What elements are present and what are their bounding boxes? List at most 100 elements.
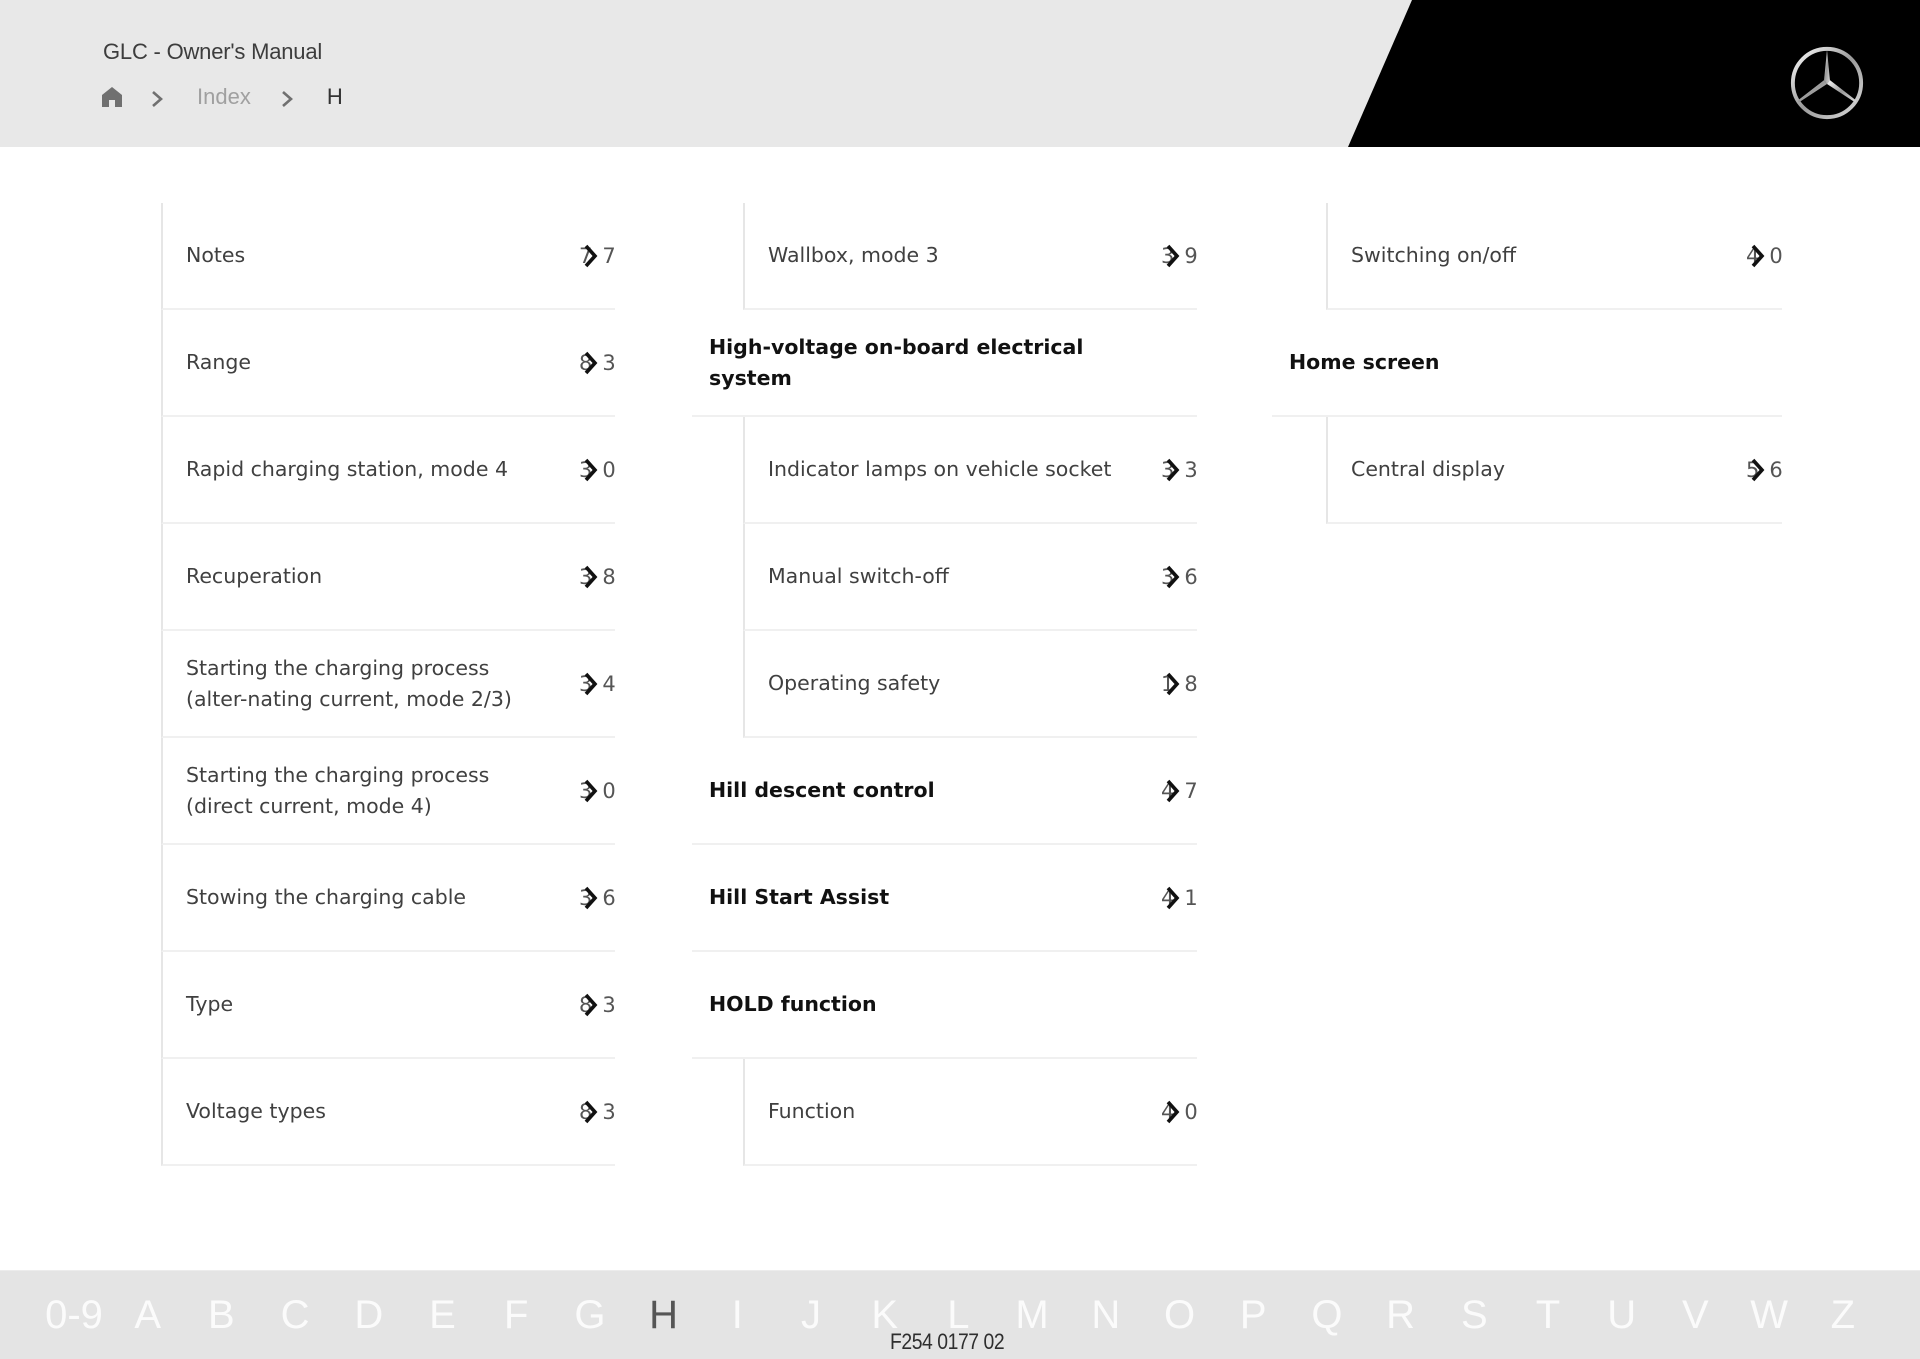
index-entry[interactable]: Range 83	[161, 310, 616, 417]
index-heading[interactable]: Hill Start Assist 41	[692, 845, 1198, 952]
letter-link-z[interactable]: Z	[1831, 1293, 1855, 1338]
breadcrumb-item-index[interactable]: Index	[197, 84, 251, 110]
chevron-right-icon	[1166, 672, 1180, 695]
page-number-end: 0	[1184, 1099, 1208, 1124]
page-link[interactable]: 40	[1738, 241, 1783, 271]
breadcrumb-item-current: H	[326, 84, 343, 109]
entry-label: Starting the charging process (alter-nat…	[186, 655, 512, 711]
page-link[interactable]: 30	[571, 776, 616, 806]
index-entry[interactable]: Notes 77	[161, 203, 616, 310]
letter-link-u[interactable]: U	[1607, 1293, 1636, 1338]
index-entry[interactable]: Indicator lamps on vehicle socket 33	[743, 417, 1198, 524]
chevron-right-icon	[584, 993, 598, 1016]
page-link[interactable]: 83	[571, 348, 616, 378]
index-entry[interactable]: Manual switch-off 36	[743, 524, 1198, 631]
home-icon[interactable]	[101, 86, 123, 108]
chevron-right-icon	[1166, 458, 1180, 481]
letter-link-b[interactable]: B	[208, 1293, 235, 1338]
page-link[interactable]: 38	[571, 562, 616, 592]
alphabet-bar: 0-9 A B C D E F G H I J K L M N O P Q R S T U V W Z F254 0177 02	[0, 1270, 1920, 1359]
index-entry[interactable]: Function 40	[743, 1059, 1198, 1166]
letter-link-c[interactable]: C	[281, 1293, 310, 1338]
letter-link-p[interactable]: P	[1240, 1293, 1267, 1338]
index-column-1: Notes 77 Range 83 Rapid charging station, mo…	[161, 203, 616, 1166]
page-number-end: 7	[602, 243, 626, 268]
page-link[interactable]: 36	[571, 883, 616, 913]
letter-link-n[interactable]: N	[1091, 1293, 1120, 1338]
chevron-right-icon	[1751, 244, 1765, 267]
index-entry[interactable]: Switching on/off 40	[1326, 203, 1783, 310]
page-link[interactable]: 83	[571, 1097, 616, 1127]
chevron-right-icon	[584, 458, 598, 481]
page-link[interactable]: 34	[571, 669, 616, 699]
chevron-right-icon	[281, 88, 293, 107]
chevron-right-icon	[584, 351, 598, 374]
letter-link-m[interactable]: M	[1015, 1293, 1048, 1338]
header-accent-shape	[1348, 0, 1920, 147]
page-link[interactable]: 39	[1153, 241, 1198, 271]
chevron-right-icon	[584, 779, 598, 802]
index-column-3: Switching on/off 40 Home screen Central dis…	[1272, 203, 1783, 524]
index-entry[interactable]: Wallbox, mode 3 39	[743, 203, 1198, 310]
page-link[interactable]: 40	[1153, 1097, 1198, 1127]
entry-label: Indicator lamps on vehicle socket	[768, 457, 1112, 481]
letter-link-0-9[interactable]: 0-9	[45, 1293, 103, 1338]
page-number-end: 8	[1184, 671, 1208, 696]
entry-label: Notes	[186, 243, 246, 267]
letter-link-q[interactable]: Q	[1311, 1293, 1342, 1338]
letter-link-w[interactable]: W	[1750, 1293, 1788, 1338]
page-number-end: 0	[602, 778, 626, 803]
index-entry[interactable]: Starting the charging process (alter-nat…	[161, 631, 616, 738]
page-number-end: 4	[602, 671, 626, 696]
letter-link-o[interactable]: O	[1164, 1293, 1195, 1338]
letter-link-r[interactable]: R	[1386, 1293, 1415, 1338]
letter-link-s[interactable]: S	[1461, 1293, 1488, 1338]
index-heading: Home screen	[1272, 310, 1782, 417]
index-entry[interactable]: Stowing the charging cable 36	[161, 845, 616, 952]
letter-link-f[interactable]: F	[504, 1293, 528, 1338]
entry-label: Central display	[1351, 457, 1505, 481]
index-entry[interactable]: Voltage types 83	[161, 1059, 616, 1166]
letter-link-e[interactable]: E	[429, 1293, 456, 1338]
index-entry[interactable]: Recuperation 38	[161, 524, 616, 631]
chevron-right-icon	[584, 886, 598, 909]
page-link[interactable]: 36	[1153, 562, 1198, 592]
letter-link-d[interactable]: D	[354, 1293, 383, 1338]
app-title: GLC - Owner's Manual	[103, 39, 323, 64]
page-link[interactable]: 47	[1153, 776, 1198, 806]
entry-label: Stowing the charging cable	[186, 885, 467, 909]
letter-link-j[interactable]: J	[801, 1293, 821, 1338]
index-entry[interactable]: Type 83	[161, 952, 616, 1059]
page-link[interactable]: 77	[571, 241, 616, 271]
entry-label: Type	[186, 992, 234, 1016]
chevron-right-icon	[151, 88, 163, 107]
chevron-right-icon	[584, 1100, 598, 1123]
page-link[interactable]: 18	[1153, 669, 1198, 699]
index-entry[interactable]: Starting the charging process (direct cu…	[161, 738, 616, 845]
chevron-right-icon	[584, 565, 598, 588]
entry-label: Rapid charging station, mode 4	[186, 457, 508, 481]
letter-link-i[interactable]: I	[732, 1293, 743, 1338]
letter-link-g[interactable]: G	[574, 1293, 605, 1338]
chevron-right-icon	[1166, 886, 1180, 909]
page-link[interactable]: 41	[1153, 883, 1198, 913]
letter-link-h[interactable]: H	[649, 1293, 678, 1338]
letter-link-a[interactable]: A	[134, 1293, 161, 1338]
letter-link-t[interactable]: T	[1536, 1293, 1560, 1338]
page-link[interactable]: 56	[1738, 455, 1783, 485]
entry-label: Function	[768, 1099, 856, 1123]
page-number-end: 7	[1184, 778, 1208, 803]
entry-label: Hill descent control	[709, 778, 935, 802]
index-entry[interactable]: Rapid charging station, mode 4 30	[161, 417, 616, 524]
entry-label: Wallbox, mode 3	[768, 243, 939, 267]
page-link[interactable]: 83	[571, 990, 616, 1020]
page-link[interactable]: 30	[571, 455, 616, 485]
index-heading[interactable]: Hill descent control 47	[692, 738, 1198, 845]
entry-label: Manual switch-off	[768, 564, 949, 588]
entry-label: High-voltage on-board electrical system	[709, 334, 1084, 390]
entry-label: Voltage types	[186, 1099, 326, 1123]
index-entry[interactable]: Central display 56	[1326, 417, 1783, 524]
page-link[interactable]: 33	[1153, 455, 1198, 485]
index-entry[interactable]: Operating safety 18	[743, 631, 1198, 738]
letter-link-v[interactable]: V	[1682, 1293, 1709, 1338]
